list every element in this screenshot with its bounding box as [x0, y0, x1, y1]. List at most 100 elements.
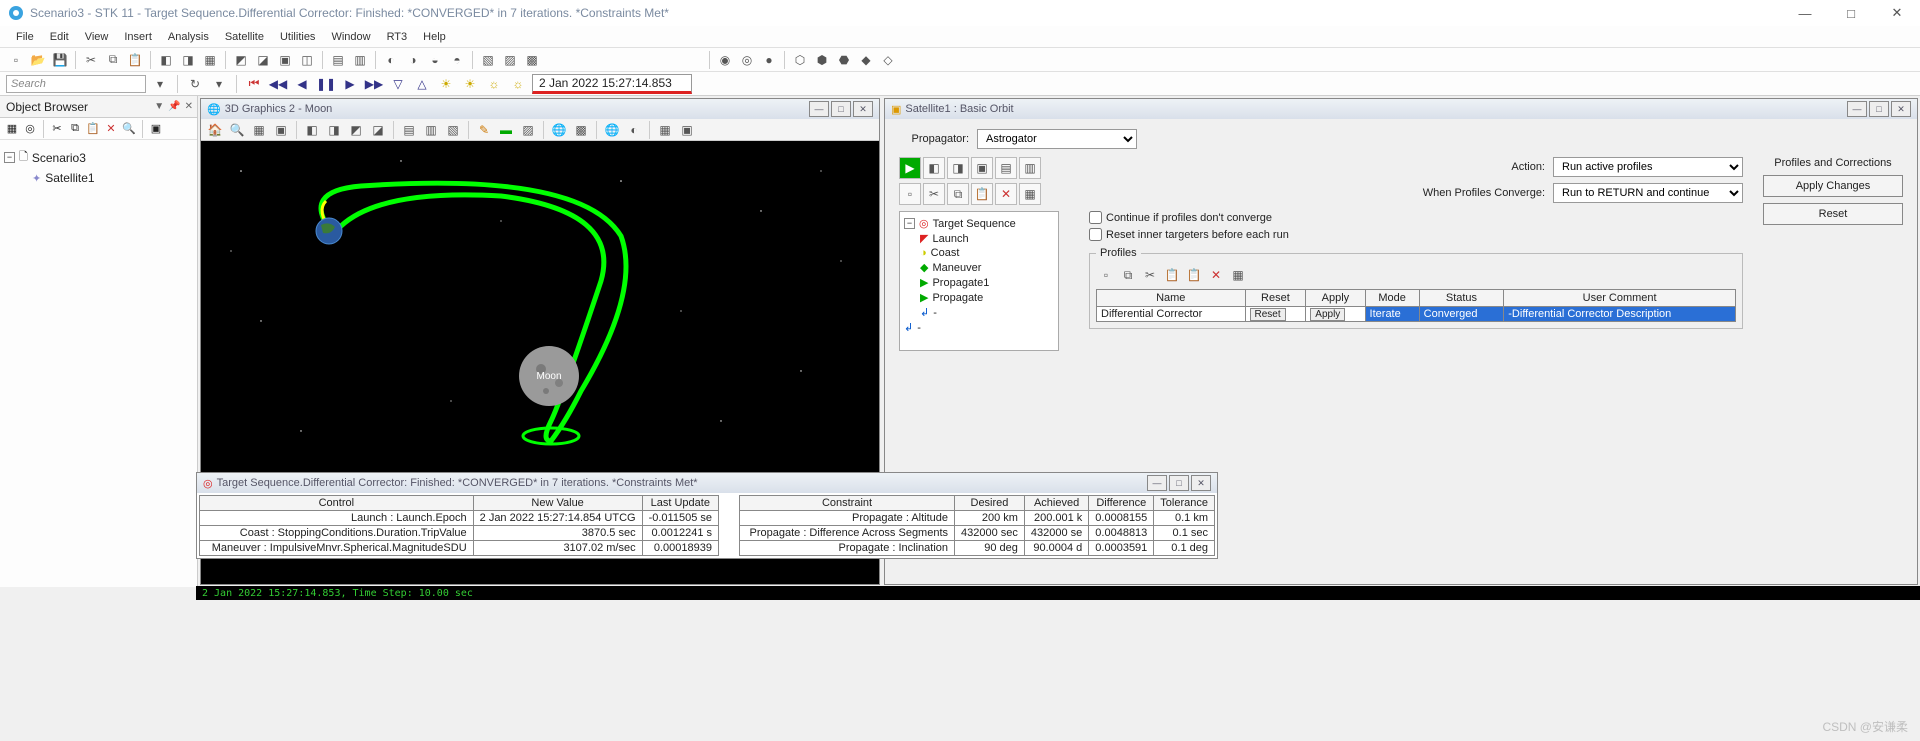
- tool-icon[interactable]: ◨: [324, 120, 344, 140]
- menu-utilities[interactable]: Utilities: [272, 29, 323, 45]
- profiles-table[interactable]: NameReset ApplyMode StatusUser Comment D…: [1096, 289, 1736, 322]
- sun-icon[interactable]: ☼: [508, 74, 528, 94]
- minimize-button[interactable]: —: [1782, 0, 1828, 26]
- run-icon[interactable]: ▶: [899, 157, 921, 179]
- rewind-start-icon[interactable]: ⏮: [244, 74, 264, 94]
- delete-icon[interactable]: ✕: [103, 121, 119, 137]
- step-fwd-icon[interactable]: ▶▶: [364, 74, 384, 94]
- tool-icon[interactable]: ▩: [522, 50, 542, 70]
- maximize-icon[interactable]: □: [1869, 101, 1889, 117]
- tool-icon[interactable]: ◫: [297, 50, 317, 70]
- tool-icon[interactable]: ◧: [302, 120, 322, 140]
- tool-icon[interactable]: ▥: [1019, 157, 1041, 179]
- pen-icon[interactable]: ✎: [474, 120, 494, 140]
- delete-icon[interactable]: ✕: [995, 183, 1017, 205]
- copy-icon[interactable]: ⧉: [103, 50, 123, 70]
- tool-icon[interactable]: ▦: [1019, 183, 1041, 205]
- tool-icon[interactable]: ◐: [381, 50, 401, 70]
- globe-icon[interactable]: 🌐: [549, 120, 569, 140]
- tool-icon[interactable]: ▥: [421, 120, 441, 140]
- play-back-icon[interactable]: ◀: [292, 74, 312, 94]
- close-icon[interactable]: ✕: [1891, 101, 1911, 117]
- play-icon[interactable]: ▶: [340, 74, 360, 94]
- cut-icon[interactable]: ✂: [1140, 265, 1160, 285]
- copy-icon[interactable]: ⧉: [947, 183, 969, 205]
- tool-icon[interactable]: ◑: [403, 50, 423, 70]
- minimize-icon[interactable]: —: [809, 101, 829, 117]
- paste-icon[interactable]: 📋: [971, 183, 993, 205]
- tool-icon[interactable]: ▤: [328, 50, 348, 70]
- dropdown-icon[interactable]: ▼: [154, 101, 164, 112]
- tool-icon[interactable]: ▤: [399, 120, 419, 140]
- chevron-down-icon[interactable]: ▾: [209, 74, 229, 94]
- tool-icon[interactable]: ◐: [624, 120, 644, 140]
- tool-icon[interactable]: ▧: [443, 120, 463, 140]
- tool-icon[interactable]: ◨: [178, 50, 198, 70]
- apply-changes-button[interactable]: Apply Changes: [1763, 175, 1903, 197]
- search-options-icon[interactable]: ▾: [150, 74, 170, 94]
- cut-icon[interactable]: ✂: [49, 121, 65, 137]
- seg-label[interactable]: Propagate1: [932, 277, 989, 289]
- collapse-icon[interactable]: −: [4, 152, 15, 163]
- cut-icon[interactable]: ✂: [81, 50, 101, 70]
- refresh-icon[interactable]: ↻: [185, 74, 205, 94]
- tool-icon[interactable]: ◎: [737, 50, 757, 70]
- tool-icon[interactable]: ▦: [200, 50, 220, 70]
- speed-down-icon[interactable]: ▽: [388, 74, 408, 94]
- delete-icon[interactable]: ✕: [1206, 265, 1226, 285]
- menu-analysis[interactable]: Analysis: [160, 29, 217, 45]
- pause-icon[interactable]: ❚❚: [316, 74, 336, 94]
- converge-select[interactable]: Run to RETURN and continue: [1553, 183, 1743, 203]
- tool-icon[interactable]: ▣: [971, 157, 993, 179]
- tool-icon[interactable]: ⬣: [834, 50, 854, 70]
- tool-icon[interactable]: ▣: [275, 50, 295, 70]
- tool-icon[interactable]: ●: [759, 50, 779, 70]
- sun-icon[interactable]: ☀: [436, 74, 456, 94]
- tool-icon[interactable]: ▦: [1228, 265, 1248, 285]
- open-icon[interactable]: 📂: [28, 50, 48, 70]
- ruler-icon[interactable]: ▬: [496, 120, 516, 140]
- copy-icon[interactable]: ⧉: [67, 121, 83, 137]
- step-back-icon[interactable]: ◀◀: [268, 74, 288, 94]
- paste-icon[interactable]: 📋: [125, 50, 145, 70]
- new-icon[interactable]: ▫: [1096, 265, 1116, 285]
- action-select[interactable]: Run active profiles: [1553, 157, 1743, 177]
- menu-file[interactable]: File: [8, 29, 42, 45]
- tool-icon[interactable]: ◩: [346, 120, 366, 140]
- seg-label[interactable]: Maneuver: [932, 262, 981, 274]
- tool-icon[interactable]: ▣: [271, 120, 291, 140]
- menu-view[interactable]: View: [77, 29, 117, 45]
- continue-checkbox[interactable]: [1089, 211, 1102, 224]
- zoom-icon[interactable]: 🔍: [227, 120, 247, 140]
- new-icon[interactable]: ▫: [899, 183, 921, 205]
- tool-icon[interactable]: ◪: [368, 120, 388, 140]
- tool-icon[interactable]: ◇: [878, 50, 898, 70]
- tree-scenario[interactable]: − 🗋 Scenario3: [4, 146, 193, 169]
- new-icon[interactable]: ▫: [6, 50, 26, 70]
- close-icon[interactable]: ✕: [185, 101, 193, 112]
- controls-table[interactable]: ControlNew ValueLast Update Launch : Lau…: [199, 495, 719, 556]
- maximize-button[interactable]: □: [1828, 0, 1874, 26]
- seg-label[interactable]: Propagate: [932, 292, 983, 304]
- sun-icon[interactable]: ☼: [484, 74, 504, 94]
- copy-icon[interactable]: ⧉: [1118, 265, 1138, 285]
- globe-icon[interactable]: 🌐: [602, 120, 622, 140]
- sun-icon[interactable]: ☀: [460, 74, 480, 94]
- menu-satellite[interactable]: Satellite: [217, 29, 272, 45]
- speed-up-icon[interactable]: △: [412, 74, 432, 94]
- tool-icon[interactable]: ◨: [947, 157, 969, 179]
- tool-icon[interactable]: ▧: [478, 50, 498, 70]
- tool-icon[interactable]: ◪: [253, 50, 273, 70]
- tool-icon[interactable]: ⬡: [790, 50, 810, 70]
- apply-button[interactable]: Apply: [1310, 308, 1345, 321]
- segment-tree[interactable]: −◎Target Sequence ◤Launch ◑Coast ◆Maneuv…: [899, 211, 1059, 351]
- target-icon[interactable]: ◎: [22, 121, 38, 137]
- paste-icon[interactable]: 📋: [1162, 265, 1182, 285]
- close-icon[interactable]: ✕: [1191, 475, 1211, 491]
- search-input[interactable]: Search: [6, 75, 146, 93]
- seg-label[interactable]: Target Sequence: [933, 218, 1016, 230]
- tool-icon[interactable]: ◆: [856, 50, 876, 70]
- home-icon[interactable]: 🏠: [205, 120, 225, 140]
- maximize-icon[interactable]: □: [1169, 475, 1189, 491]
- find-icon[interactable]: 🔍: [121, 121, 137, 137]
